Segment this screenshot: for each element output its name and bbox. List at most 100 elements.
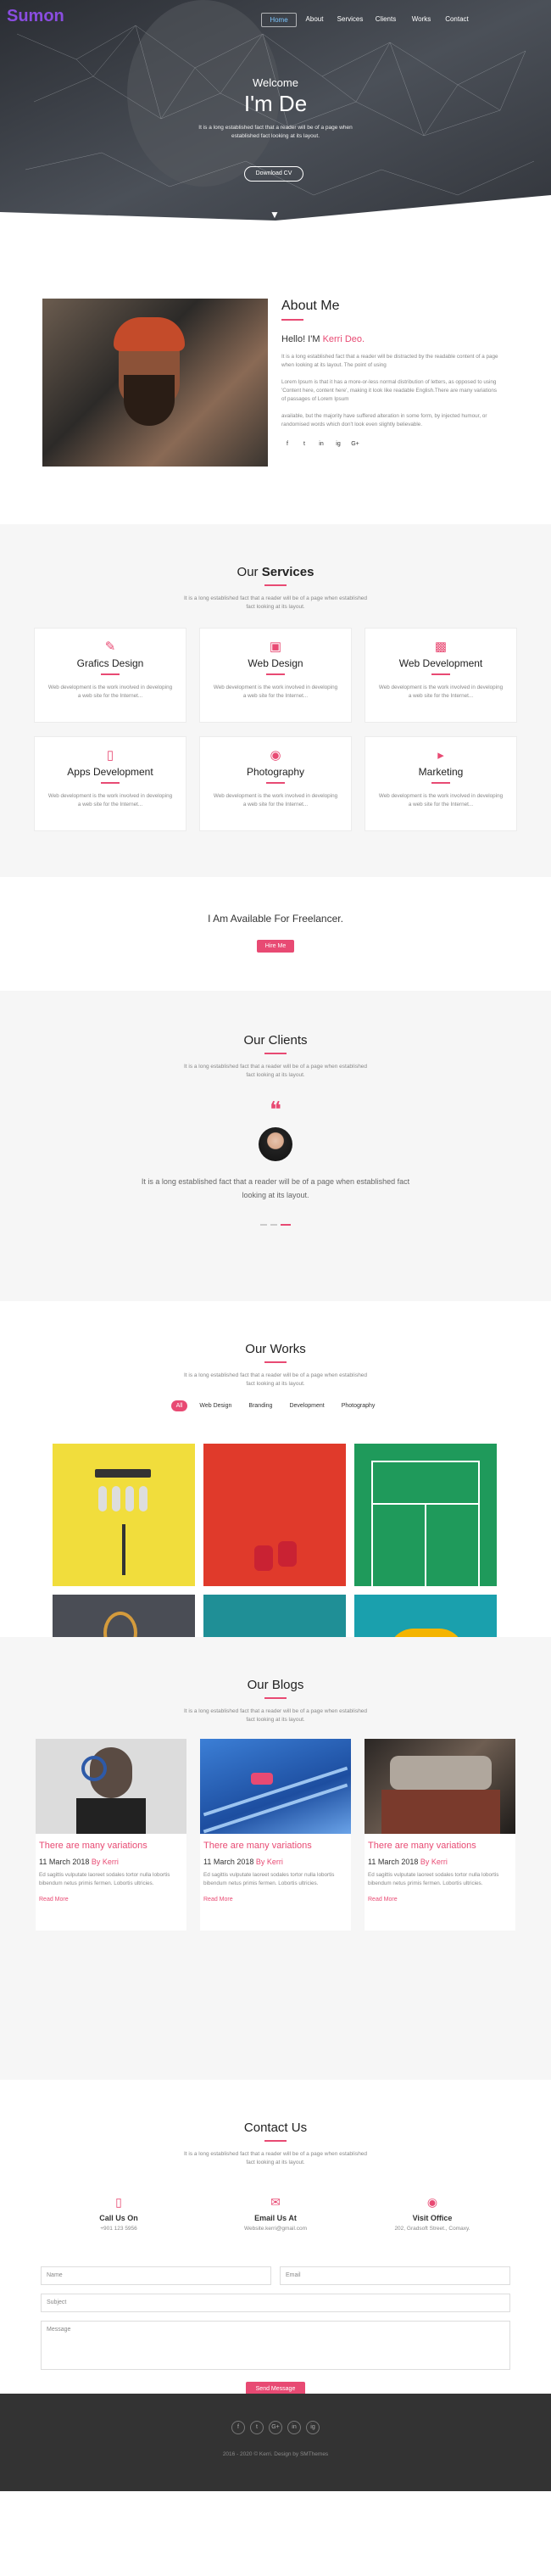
facebook-icon[interactable]: f — [281, 441, 293, 447]
service-title: Web Design — [248, 657, 303, 669]
blog-image — [200, 1739, 351, 1834]
service-card[interactable]: ▯ Apps Development Web development is th… — [34, 736, 186, 831]
blog-excerpt: Ed sagittis vulputate laoreet sodales to… — [203, 1872, 335, 1886]
map-marker-icon: ◉ — [426, 2195, 438, 2209]
read-more-link[interactable]: Read More — [39, 1897, 183, 1903]
blogs-section: Our Blogs It is a long established fact … — [0, 1637, 551, 2080]
service-desc: Web development is the work involved in … — [378, 685, 504, 699]
carousel-dot-active[interactable] — [281, 1224, 291, 1226]
service-card[interactable]: ✎ Grafics Design Web development is the … — [34, 628, 186, 723]
about-name: Kerri Deo. — [322, 334, 365, 344]
author-text[interactable]: By Kerri — [256, 1858, 283, 1866]
about-photo — [42, 299, 268, 467]
service-underline — [101, 782, 120, 784]
contact-title: Contact Us — [243, 2121, 308, 2135]
blog-card[interactable]: There are many variations 11 March 2018 … — [200, 1739, 351, 1931]
google-plus-icon[interactable]: G+ — [269, 2421, 282, 2434]
about-paragraph-1: It is a long established fact that a rea… — [281, 354, 498, 368]
blog-title[interactable]: There are many variations — [203, 1841, 348, 1851]
service-underline — [266, 673, 285, 675]
facebook-icon[interactable]: f — [231, 2421, 245, 2434]
instagram-icon[interactable]: ig — [332, 441, 344, 447]
hero-name: I'm De — [243, 91, 308, 116]
service-card[interactable]: ▸ Marketing Web development is the work … — [365, 736, 517, 831]
blog-card[interactable]: There are many variations 11 March 2018 … — [365, 1739, 515, 1931]
service-desc: Web development is the work involved in … — [213, 685, 338, 699]
works-section: Our Works It is a long established fact … — [0, 1301, 551, 1737]
filter-development[interactable]: Development — [284, 1400, 329, 1411]
work-item[interactable] — [354, 1444, 497, 1586]
footer-social: f t G+ in ig — [0, 2421, 551, 2434]
about-text: About Me Hello! I'M Kerri Deo. It is a l… — [281, 299, 502, 447]
google-plus-icon[interactable]: G+ — [349, 441, 361, 447]
blog-title[interactable]: There are many variations — [368, 1841, 512, 1851]
services-title: Our Services — [0, 565, 551, 579]
contact-underline — [264, 2140, 287, 2142]
service-title: Web Development — [398, 657, 483, 669]
subject-input[interactable]: Subject — [41, 2294, 510, 2312]
blogs-underline — [264, 1697, 287, 1699]
email-value[interactable]: Website.kerri@gmail.com — [208, 2226, 343, 2232]
hello-text: Hello! I'M — [281, 334, 320, 344]
nav-about[interactable]: About — [297, 13, 332, 27]
service-underline — [266, 782, 285, 784]
blog-card[interactable]: There are many variations 11 March 2018 … — [36, 1739, 186, 1931]
contact-form: Name Email Subject Message Send Message — [41, 2266, 510, 2396]
call-title: Call Us On — [99, 2214, 138, 2222]
service-card[interactable]: ◉ Photography Web development is the wor… — [199, 736, 352, 831]
blog-date: 11 March 2018 By Kerri — [203, 1858, 348, 1866]
service-card[interactable]: ▩ Web Development Web development is the… — [365, 628, 517, 723]
call-value[interactable]: +901 123 5956 — [51, 2226, 186, 2232]
services-underline — [264, 584, 287, 586]
service-underline — [431, 782, 450, 784]
works-underline — [264, 1361, 287, 1363]
work-item[interactable] — [53, 1444, 195, 1586]
carousel-dots — [0, 1224, 551, 1226]
read-more-link[interactable]: Read More — [203, 1897, 348, 1903]
nav-contact[interactable]: Contact — [439, 13, 475, 27]
author-text[interactable]: By Kerri — [420, 1858, 448, 1866]
nav-clients[interactable]: Clients — [368, 13, 404, 27]
service-title: Photography — [246, 766, 305, 778]
instagram-icon[interactable]: ig — [306, 2421, 320, 2434]
name-input[interactable]: Name — [41, 2266, 271, 2285]
filter-branding[interactable]: Branding — [243, 1400, 277, 1411]
blog-title[interactable]: There are many variations — [39, 1841, 183, 1851]
download-cv-button[interactable]: Download CV — [244, 166, 303, 182]
nav-home[interactable]: Home — [261, 13, 297, 27]
carousel-dot[interactable] — [260, 1224, 267, 1226]
hire-me-button[interactable]: Hire Me — [256, 940, 295, 953]
works-filters: All Web Design Branding Development Phot… — [0, 1400, 551, 1411]
client-testimonial: It is a long established fact that a rea… — [141, 1177, 410, 1199]
service-title: Marketing — [418, 766, 464, 778]
about-social: f t in ig G+ — [281, 441, 502, 447]
twitter-icon[interactable]: t — [298, 441, 310, 447]
client-avatar — [259, 1127, 292, 1161]
service-card[interactable]: ▣ Web Design Web development is the work… — [199, 628, 352, 723]
site-logo[interactable]: Sumon — [7, 7, 64, 26]
work-item[interactable] — [203, 1444, 346, 1586]
linkedin-icon[interactable]: in — [315, 441, 327, 447]
author-text[interactable]: By Kerri — [92, 1858, 119, 1866]
twitter-icon[interactable]: t — [250, 2421, 264, 2434]
scroll-down-icon[interactable]: ▼ — [270, 209, 280, 221]
carousel-dot[interactable] — [270, 1224, 277, 1226]
filter-all[interactable]: All — [170, 1400, 188, 1411]
nav-works[interactable]: Works — [404, 13, 439, 27]
filter-photography[interactable]: Photography — [337, 1400, 381, 1411]
email-input[interactable]: Email — [280, 2266, 510, 2285]
nav-services[interactable]: Services — [332, 13, 368, 27]
filter-web-design[interactable]: Web Design — [194, 1400, 237, 1411]
hero-section: Sumon Home About Services Clients Works … — [0, 0, 551, 254]
service-title: Grafics Design — [76, 657, 144, 669]
about-section: About Me Hello! I'M Kerri Deo. It is a l… — [0, 254, 551, 524]
service-desc: Web development is the work involved in … — [213, 793, 338, 807]
freelancer-section: I Am Available For Freelancer. Hire Me — [0, 877, 551, 991]
contact-email: ✉ Email Us At Website.kerri@gmail.com — [208, 2195, 343, 2232]
read-more-link[interactable]: Read More — [368, 1897, 512, 1903]
service-title: Apps Development — [67, 766, 153, 778]
message-textarea[interactable]: Message — [41, 2321, 510, 2370]
linkedin-icon[interactable]: in — [287, 2421, 301, 2434]
contact-call: ▯ Call Us On +901 123 5956 — [51, 2195, 186, 2232]
blogs-title: Our Blogs — [247, 1678, 304, 1692]
